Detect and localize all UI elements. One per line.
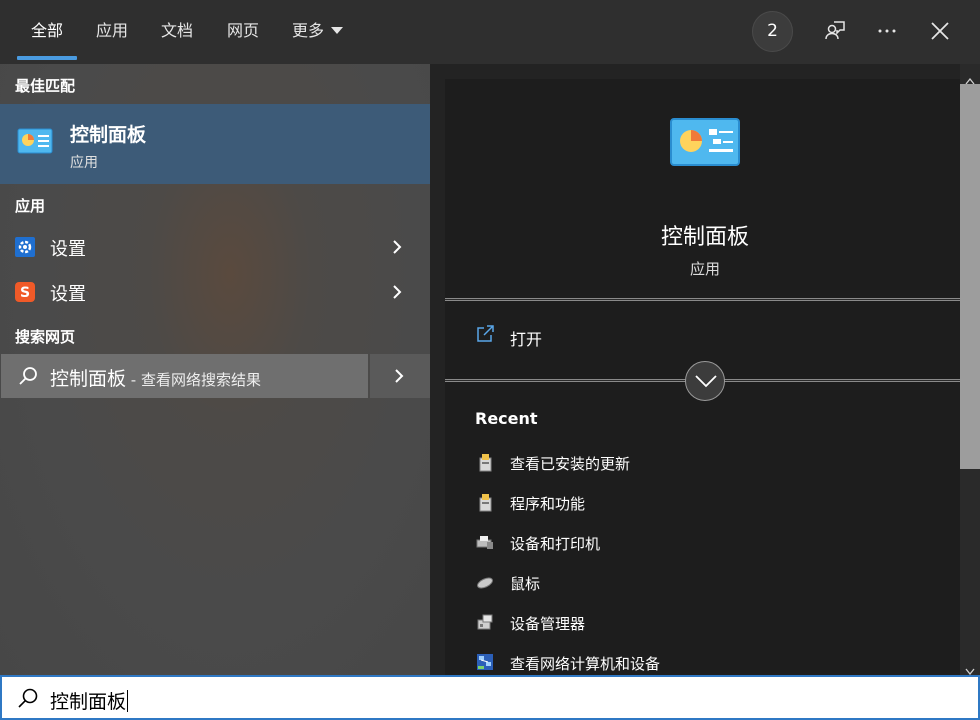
web-search-result[interactable]: 控制面板 - 查看网络搜索结果	[1, 354, 368, 398]
gear-icon	[15, 237, 35, 261]
best-match-item[interactable]: 控制面板 应用	[0, 104, 430, 184]
preview-title: 控制面板	[660, 225, 749, 250]
printer-icon	[475, 532, 495, 552]
search-icon	[17, 687, 39, 713]
recent-heading: Recent	[475, 409, 538, 428]
recent-item-label: 设备和打印机	[510, 535, 601, 553]
app-result-settings-2[interactable]: S 设置	[0, 270, 430, 314]
active-tab-indicator	[17, 56, 77, 60]
web-search-hint: - 查看网络搜索结果	[126, 371, 261, 389]
recent-item-label: 程序和功能	[510, 495, 586, 513]
svg-text:S: S	[20, 285, 30, 301]
open-label: 打开	[510, 330, 543, 349]
search-header: 全部 应用 文档 网页 更多 2	[0, 0, 980, 64]
chevron-down-icon	[694, 373, 718, 393]
chevron-right-icon[interactable]	[390, 239, 404, 259]
control-panel-icon	[17, 126, 53, 160]
programs-icon	[475, 492, 495, 512]
device-manager-icon	[475, 612, 495, 632]
preview-pane: 控制面板 应用 Recent 打开 查看已安装的更新 程序和功能 设备和打印机 …	[430, 64, 980, 675]
recent-item-label: 鼠标	[510, 575, 541, 593]
web-search-heading: 搜索网页	[15, 328, 76, 346]
tab-web[interactable]: 网页	[227, 20, 259, 44]
mouse-icon	[475, 572, 495, 592]
web-search-open-button[interactable]	[370, 354, 430, 398]
recent-item-label: 设备管理器	[510, 615, 586, 633]
more-options-icon[interactable]	[874, 18, 900, 44]
chevron-right-icon[interactable]	[390, 284, 404, 304]
search-icon	[18, 366, 38, 390]
results-pane: 最佳匹配 控制面板 应用 应用 设置 S 设置 搜索网页 控制面板 - 查看网络…	[0, 64, 430, 675]
web-search-query: 控制面板	[50, 368, 127, 390]
search-box[interactable]: 控制面板	[0, 675, 980, 720]
best-match-title: 控制面板	[70, 124, 147, 146]
divider	[445, 298, 960, 301]
app-result-label: 设置	[50, 239, 86, 260]
chevron-down-icon	[331, 27, 344, 34]
preview-scrollbar[interactable]	[960, 64, 980, 676]
app-result-label: 设置	[50, 284, 86, 305]
tab-apps[interactable]: 应用	[96, 20, 128, 44]
feedback-icon[interactable]	[822, 18, 848, 44]
expand-button[interactable]	[685, 361, 725, 401]
apps-heading: 应用	[15, 197, 46, 215]
tab-all[interactable]: 全部	[31, 20, 63, 44]
text-cursor	[127, 690, 129, 712]
tab-more[interactable]: 更多	[292, 20, 344, 44]
open-external-icon	[475, 324, 495, 348]
recent-item-label: 查看网络计算机和设备	[510, 655, 661, 673]
programs-icon	[475, 452, 495, 472]
close-icon[interactable]	[927, 18, 953, 44]
tab-more-label: 更多	[292, 21, 325, 40]
scrollbar-thumb[interactable]	[960, 84, 980, 469]
best-match-subtitle: 应用	[70, 155, 98, 171]
best-match-heading: 最佳匹配	[15, 77, 76, 95]
network-icon	[475, 652, 495, 672]
control-panel-icon	[669, 117, 741, 173]
rewards-badge[interactable]: 2	[752, 11, 793, 52]
recent-item-label: 查看已安装的更新	[510, 455, 631, 473]
preview-subtitle: 应用	[689, 260, 720, 278]
tab-documents[interactable]: 文档	[161, 20, 193, 44]
app-result-settings[interactable]: 设置	[0, 225, 430, 269]
sogou-s-icon: S	[15, 282, 35, 306]
chevron-right-icon	[392, 368, 406, 388]
search-input[interactable]: 控制面板	[50, 691, 126, 713]
